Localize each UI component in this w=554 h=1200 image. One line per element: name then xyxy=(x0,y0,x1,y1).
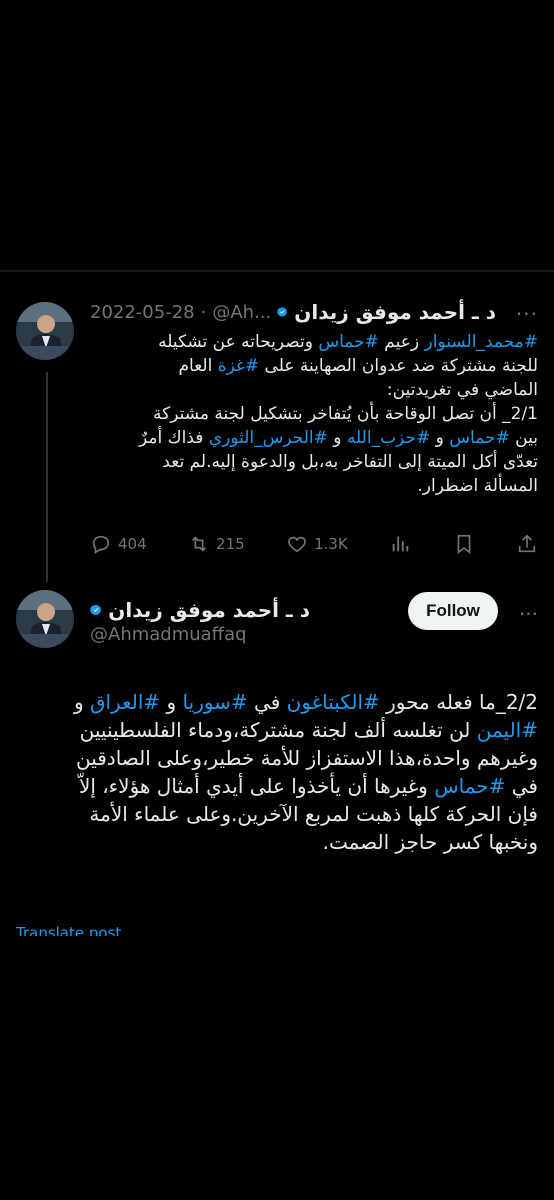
tweet-line: للجنة مشتركة ضد عدوان الصهاينة على #غزة … xyxy=(78,354,539,378)
views-icon xyxy=(392,536,409,552)
text-span: للجنة مشتركة ضد عدوان الصهاينة على xyxy=(259,356,538,376)
hashtag[interactable]: #حماس xyxy=(449,428,510,448)
text-span: فذاك أمرٌ xyxy=(139,428,204,448)
hashtag[interactable]: #حزب_الله xyxy=(347,428,430,448)
text-span: و xyxy=(430,428,444,448)
tweet-body: #محمد_السنوار زعيم #حماس وتصريحاته عن تش… xyxy=(78,330,538,498)
hashtag[interactable]: #حماس xyxy=(318,332,379,352)
tweet-line: فإن الحركة كلها ذهبت لمربع الآخرين.وعلى … xyxy=(89,802,538,826)
text-span: بين xyxy=(509,428,538,448)
tweet-line: 2/2_ما فعله محور #الكبتاغون في #سوريا و … xyxy=(16,688,538,716)
reply-button[interactable]: 404 xyxy=(90,533,147,555)
text-span: و xyxy=(73,690,84,714)
tweet-line: في #حماس وغيرها أن يأخذوا على أيدي أمثال… xyxy=(16,772,538,800)
more-icon[interactable]: ··· xyxy=(519,602,538,626)
text-span: و xyxy=(327,428,342,448)
avatar-image-icon xyxy=(16,590,74,648)
hashtag[interactable]: #اليمن xyxy=(477,718,538,742)
hashtag[interactable]: #سوريا xyxy=(183,690,248,714)
text-span: وتصريحاته عن تشكيله xyxy=(158,332,313,352)
like-count: 1.3K xyxy=(314,535,348,553)
tweet-line: #محمد_السنوار زعيم #حماس وتصريحاته عن تش… xyxy=(78,330,538,354)
translate-post-link[interactable]: Translate post xyxy=(16,924,136,936)
text-span: في xyxy=(505,774,538,798)
text-span: لن تغلسه ألف لجنة مشتركة،ودماء الفلسطيني… xyxy=(79,718,471,742)
bookmark-button[interactable] xyxy=(453,533,475,555)
text-span: في xyxy=(247,690,281,714)
retweet-icon xyxy=(192,536,207,552)
text-span: وغيرها أن يأخذوا على أيدي أمثال هؤلاء، إ… xyxy=(78,774,428,798)
reply-icon xyxy=(92,535,110,554)
tweet-line: بين #حماس و #حزب_الله و #الحرس_الثوري فذ… xyxy=(78,426,538,450)
avatar[interactable] xyxy=(16,590,74,648)
bookmark-icon xyxy=(457,534,470,554)
text-span: زعيم xyxy=(378,332,420,352)
hashtag[interactable]: #الحرس_الثوري xyxy=(209,428,328,448)
text-span: 2/2_ما فعله محور xyxy=(379,690,538,714)
tweet-line: المسألة اضطرار. xyxy=(417,476,538,496)
hashtag[interactable]: #الكبتاغون xyxy=(287,690,380,714)
thread-connector-line xyxy=(46,372,48,582)
tweet-line: #اليمن لن تغلسه ألف لجنة مشتركة،ودماء ال… xyxy=(16,716,538,744)
post-date[interactable]: 2022-05-28 xyxy=(90,302,195,323)
top-divider xyxy=(0,270,554,272)
share-button[interactable] xyxy=(516,533,538,555)
action-bar: 404 215 1.3K xyxy=(90,532,538,556)
like-icon xyxy=(288,536,306,553)
tweet-line: ونخبها كسر حاجز الصمت. xyxy=(322,830,538,854)
hashtag[interactable]: #غزة xyxy=(218,356,259,376)
text-span: و xyxy=(160,690,177,714)
avatar[interactable] xyxy=(16,302,74,360)
tweet-line: تعدّى أكل الميتة إلى التفاخر به،بل والدع… xyxy=(162,452,538,472)
avatar-image-icon xyxy=(16,302,74,360)
tweet-header: د ـ أحمد موفق زيدان @Ah... · 2022-05-28 xyxy=(90,296,496,328)
retweet-button[interactable]: 215 xyxy=(188,533,245,555)
hashtag[interactable]: #حماس xyxy=(434,774,505,798)
author-handle[interactable]: @Ahmadmuaffaq xyxy=(90,624,247,645)
tweet-body: 2/2_ما فعله محور #الكبتاغون في #سوريا و … xyxy=(16,688,538,856)
more-icon[interactable]: ··· xyxy=(516,302,538,326)
tweet-line: 2/1_ أن تصل الوقاحة بأن يُتفاخر بتشكيل ل… xyxy=(153,404,538,424)
follow-button[interactable]: Follow xyxy=(408,592,498,630)
hashtag[interactable]: #محمد_السنوار xyxy=(425,332,539,352)
hashtag[interactable]: #العراق xyxy=(90,690,160,714)
share-icon xyxy=(518,534,536,553)
tweet-line: وغيرهم واحدة،هذا الاستفزاز للأمة خطير،وع… xyxy=(75,746,538,770)
like-button[interactable]: 1.3K xyxy=(286,533,348,555)
separator-dot: · xyxy=(200,301,207,323)
author-name-row: د ـ أحمد موفق زيدان xyxy=(90,596,310,624)
text-span: العام xyxy=(178,356,213,376)
author-name[interactable]: د ـ أحمد موفق زيدان xyxy=(108,598,310,622)
verified-badge-icon xyxy=(90,604,102,616)
retweet-count: 215 xyxy=(216,535,245,553)
reply-count: 404 xyxy=(118,535,147,553)
views-button[interactable] xyxy=(389,533,411,555)
author-name[interactable]: د ـ أحمد موفق زيدان xyxy=(294,300,496,324)
verified-badge-icon xyxy=(277,307,288,317)
tweet-line: الماضي في تغريدتين: xyxy=(386,380,538,400)
author-handle[interactable]: @Ah... xyxy=(212,302,271,323)
